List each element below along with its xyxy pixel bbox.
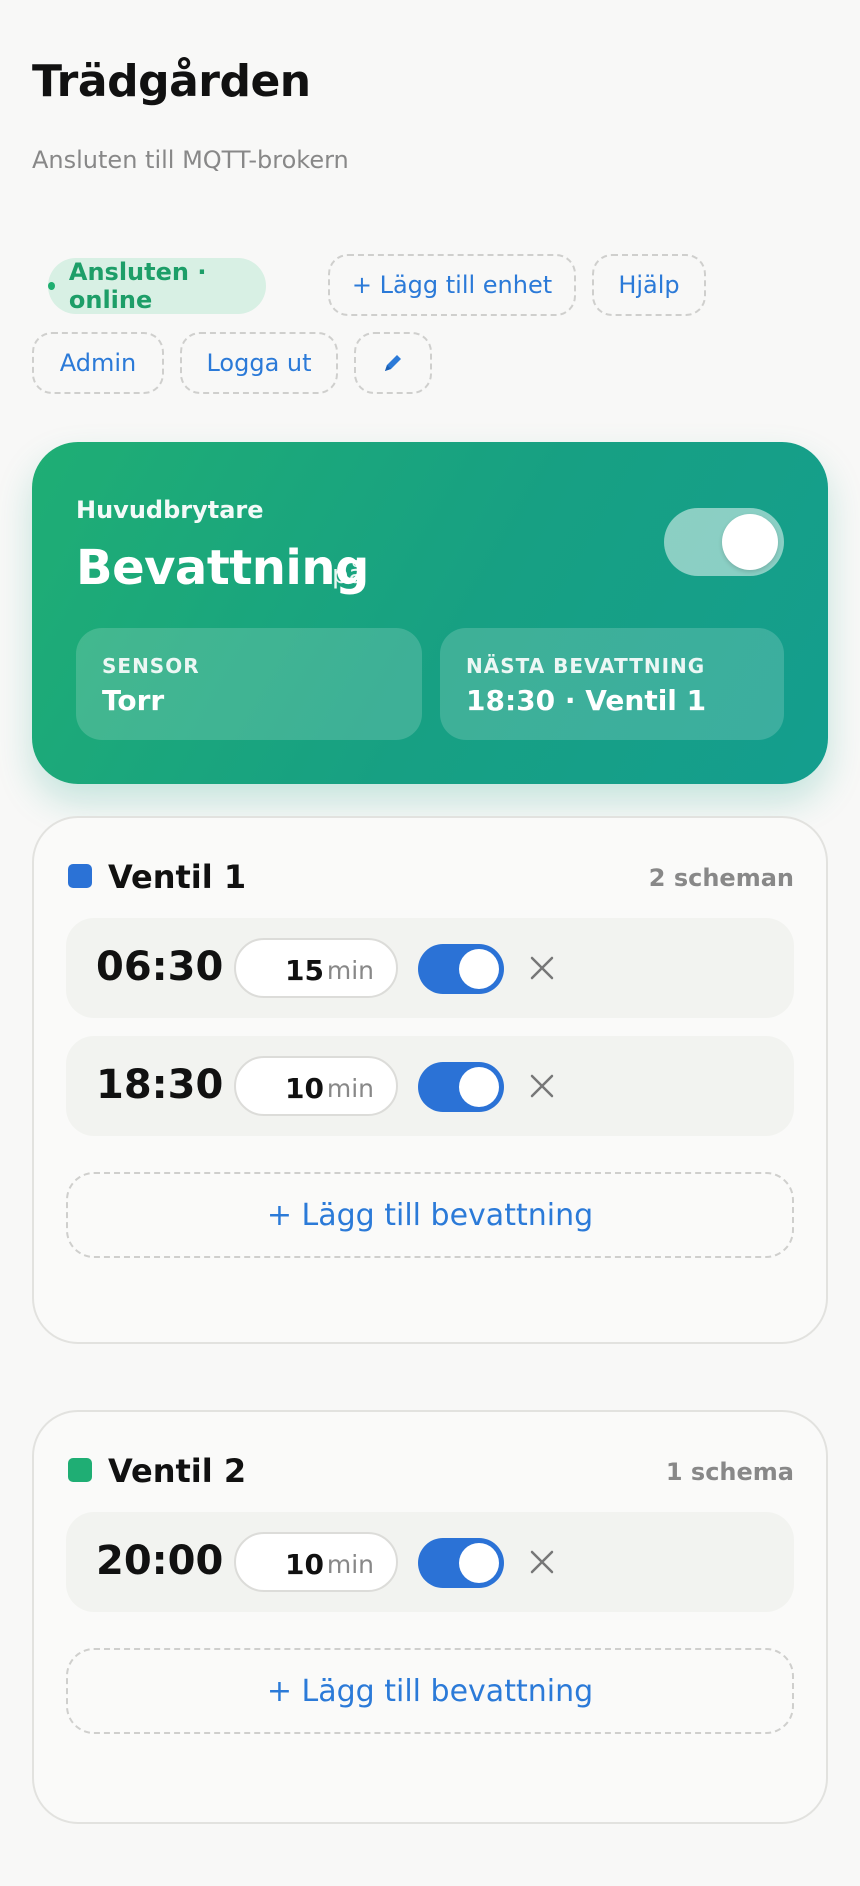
delete-schedule-button[interactable]: [518, 944, 566, 992]
add-watering-button[interactable]: + Lägg till bevattning: [66, 1172, 794, 1258]
schedule-toggle[interactable]: [418, 1538, 504, 1588]
schedule-row: 06:30 15 min: [66, 918, 794, 1018]
valve-header: Ventil 1 2 scheman: [68, 858, 794, 898]
valve-card: Ventil 2 1 schema 20:00 10 min + Lägg ti…: [32, 1410, 828, 1824]
duration-input[interactable]: 15 min: [234, 938, 398, 998]
valve-card: Ventil 1 2 scheman 06:30 15 min 18:30 10…: [32, 816, 828, 1344]
schedule-time[interactable]: 20:00: [96, 1538, 223, 1584]
sensor-value: Torr: [102, 684, 165, 717]
schedule-toggle-knob: [459, 1543, 499, 1583]
page-title: Trädgården: [32, 56, 311, 107]
valve-color-swatch: [68, 864, 92, 888]
schedule-toggle-knob: [459, 1067, 499, 1107]
master-state: på: [332, 560, 365, 590]
connection-subtitle: Ansluten till MQTT-brokern: [32, 146, 349, 174]
duration-unit: min: [326, 956, 374, 985]
master-label: Huvudbrytare: [76, 496, 264, 524]
duration-value: 10: [285, 1072, 324, 1105]
valve-header: Ventil 2 1 schema: [68, 1452, 794, 1492]
logout-button[interactable]: Logga ut: [180, 332, 338, 394]
master-toggle[interactable]: [664, 508, 784, 576]
valve-title: Ventil 1: [108, 858, 247, 896]
page: Trädgården Ansluten till MQTT-brokern An…: [0, 0, 860, 1886]
schedule-row: 18:30 10 min: [66, 1036, 794, 1136]
schedule-toggle[interactable]: [418, 1062, 504, 1112]
duration-unit: min: [326, 1074, 374, 1103]
add-device-button[interactable]: + Lägg till enhet: [328, 254, 576, 316]
duration-input[interactable]: 10 min: [234, 1056, 398, 1116]
sensor-tile: SENSOR Torr: [76, 628, 422, 740]
admin-button[interactable]: Admin: [32, 332, 164, 394]
delete-schedule-button[interactable]: [518, 1062, 566, 1110]
add-watering-label: + Lägg till bevattning: [266, 1673, 594, 1709]
logout-label: Logga ut: [206, 349, 312, 377]
schedule-time[interactable]: 18:30: [96, 1062, 223, 1108]
schedule-toggle[interactable]: [418, 944, 504, 994]
close-icon: [530, 956, 554, 980]
master-toggle-knob: [722, 514, 778, 570]
next-watering-tile: NÄSTA BEVATTNING 18:30 · Ventil 1: [440, 628, 784, 740]
admin-label: Admin: [59, 349, 137, 377]
master-switch-card: Huvudbrytare Bevattning på SENSOR Torr N…: [32, 442, 828, 784]
schedule-count: 2 scheman: [648, 864, 794, 892]
next-watering-label: NÄSTA BEVATTNING: [466, 654, 706, 678]
status-label: Ansluten · online: [68, 258, 207, 314]
schedule-row: 20:00 10 min: [66, 1512, 794, 1612]
add-device-label: + Lägg till enhet: [351, 271, 553, 299]
help-label: Hjälp: [618, 271, 680, 299]
close-icon: [530, 1550, 554, 1574]
sensor-label: SENSOR: [102, 654, 200, 678]
duration-input[interactable]: 10 min: [234, 1532, 398, 1592]
status-dot-icon: [48, 282, 55, 290]
help-button[interactable]: Hjälp: [592, 254, 706, 316]
delete-schedule-button[interactable]: [518, 1538, 566, 1586]
valve-title: Ventil 2: [108, 1452, 247, 1490]
pencil-icon: [385, 355, 401, 371]
duration-value: 10: [285, 1548, 324, 1581]
schedule-toggle-knob: [459, 949, 499, 989]
valve-color-swatch: [68, 1458, 92, 1482]
duration-unit: min: [326, 1550, 374, 1579]
status-badge: Ansluten · online: [48, 258, 266, 314]
next-watering-value: 18:30 · Ventil 1: [466, 684, 707, 717]
add-watering-label: + Lägg till bevattning: [266, 1197, 594, 1233]
close-icon: [530, 1074, 554, 1098]
schedule-count: 1 schema: [665, 1458, 794, 1486]
schedule-time[interactable]: 06:30: [96, 944, 223, 990]
master-title: Bevattning: [76, 540, 369, 596]
edit-button[interactable]: [354, 332, 432, 394]
duration-value: 15: [285, 954, 324, 987]
add-watering-button[interactable]: + Lägg till bevattning: [66, 1648, 794, 1734]
